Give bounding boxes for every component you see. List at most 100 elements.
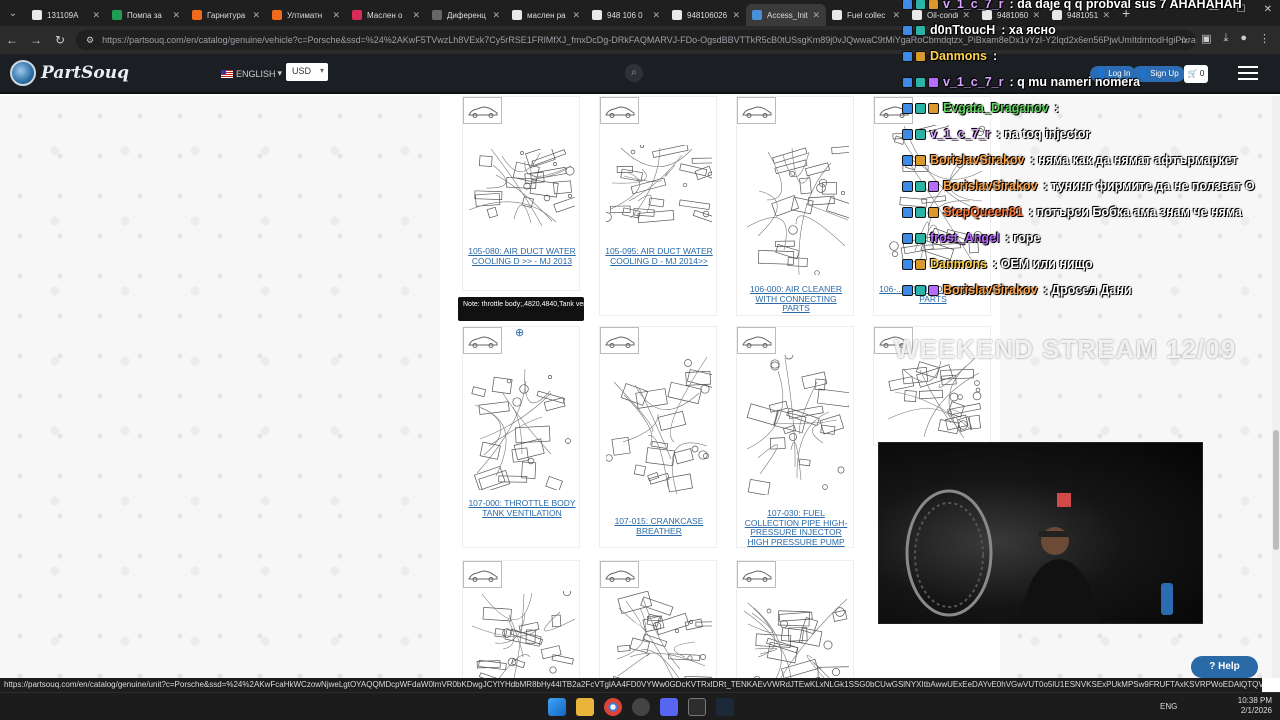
part-diagram-card[interactable] xyxy=(736,560,854,678)
badge-icon xyxy=(928,284,939,296)
obs-icon[interactable] xyxy=(632,698,650,716)
help-button[interactable]: ? Help xyxy=(1191,656,1258,678)
part-diagram-card[interactable] xyxy=(599,560,732,678)
chat-message: BorislavSirakov: няма как да нямат афтър… xyxy=(902,150,1238,170)
discord-icon[interactable] xyxy=(660,698,678,716)
back-icon[interactable]: ← xyxy=(0,33,24,47)
part-diagram-link[interactable]: 107-000: THROTTLE BODY TANK VENTILATION xyxy=(467,498,577,518)
chat-text: : q mu nameri nomera xyxy=(1009,75,1141,89)
part-diagram-image[interactable] xyxy=(469,587,576,678)
tab-close-icon[interactable]: ✕ xyxy=(812,10,820,21)
part-diagram-card[interactable]: 105-095: AIR DUCT WATER COOLING D - MJ 2… xyxy=(599,96,723,316)
car-thumbnail-icon[interactable] xyxy=(463,97,502,124)
language-selector[interactable]: ENGLISH ▾ xyxy=(221,68,282,79)
browser-tab[interactable]: Fuel collec ✕ xyxy=(826,4,906,26)
part-diagram-link[interactable]: 106-000: AIR CLEANER WITH CONNECTING PAR… xyxy=(741,284,851,314)
tab-close-icon[interactable]: ✕ xyxy=(732,10,740,21)
tab-search-icon[interactable]: ⌄ xyxy=(0,0,26,26)
chat-badges xyxy=(902,0,939,10)
tab-close-icon[interactable]: ✕ xyxy=(572,10,580,21)
tab-close-icon[interactable]: ✕ xyxy=(892,10,900,21)
system-clock[interactable]: 10:38 PM 2/1/2026 xyxy=(1238,696,1272,716)
part-diagram-image[interactable] xyxy=(743,350,852,496)
tab-close-icon[interactable]: ✕ xyxy=(652,10,660,21)
part-diagram-image[interactable] xyxy=(468,145,582,229)
car-thumbnail-icon[interactable] xyxy=(737,561,776,588)
status-bar-url: https://partsouq.com/en/catalog/genuine/… xyxy=(0,678,1262,692)
clock-date: 2/1/2026 xyxy=(1240,706,1272,715)
windows-start-icon[interactable] xyxy=(548,698,566,716)
browser-tab[interactable]: Access_Init ✕ xyxy=(746,4,826,26)
browser-tab[interactable]: Ултиматн ✕ xyxy=(266,4,346,26)
part-diagram-image[interactable] xyxy=(880,355,986,440)
zoom-in-icon[interactable]: ⊕ xyxy=(515,326,528,339)
chat-username: BorislavSirakov xyxy=(943,283,1038,297)
part-diagram-card[interactable]: 107-000: THROTTLE BODY TANK VENTILATION xyxy=(462,326,580,548)
chrome-icon[interactable] xyxy=(604,698,622,716)
tab-title: Диференц xyxy=(447,10,486,20)
part-diagram-link[interactable]: 107-015: CRANKCASE BREATHER xyxy=(604,516,714,536)
tab-close-icon[interactable]: ✕ xyxy=(412,10,420,21)
badge-icon xyxy=(902,76,913,88)
tab-close-icon[interactable]: ✕ xyxy=(92,10,100,21)
terminal-icon[interactable] xyxy=(688,698,706,716)
browser-tab[interactable]: маслен ра ✕ xyxy=(506,4,586,26)
car-thumbnail-icon[interactable] xyxy=(600,97,639,124)
badge-icon xyxy=(902,0,913,10)
part-diagram-image[interactable] xyxy=(743,125,863,276)
chat-text-body: потърси Бобка ама знам че няма xyxy=(1036,205,1242,219)
part-diagram-card[interactable]: 106-000: AIR CLEANER WITH CONNECTING PAR… xyxy=(736,96,863,316)
chat-message: d0nTtoucH: ха ясно xyxy=(902,20,1056,40)
part-diagram-card[interactable]: 107-030: FUEL COLLECTION PIPE HIGH-PRESS… xyxy=(736,326,854,548)
part-diagram-card[interactable] xyxy=(462,560,580,678)
browser-tab[interactable]: Маслен о ✕ xyxy=(346,4,426,26)
car-thumbnail-icon[interactable] xyxy=(463,327,502,354)
us-flag-icon xyxy=(221,69,233,78)
site-info-icon[interactable]: ⚙ xyxy=(86,35,94,46)
browser-tab[interactable]: Помпа за ✕ xyxy=(106,4,186,26)
part-diagram-image[interactable] xyxy=(606,590,732,678)
browser-tab[interactable]: 948106026 ✕ xyxy=(666,4,746,26)
car-thumbnail-icon[interactable] xyxy=(737,97,776,124)
tab-close-icon[interactable]: ✕ xyxy=(252,10,260,21)
steam-icon[interactable] xyxy=(716,698,734,716)
badge-icon xyxy=(915,284,926,296)
currency-select[interactable]: USD xyxy=(286,63,328,81)
chat-text: : тунинг фирмите да не ползват О xyxy=(1043,179,1255,193)
browser-tab[interactable]: Гарнитура ✕ xyxy=(186,4,266,26)
tab-title: 948 106 0 xyxy=(607,10,643,20)
scrollbar-thumb[interactable] xyxy=(1273,430,1279,550)
file-explorer-icon[interactable] xyxy=(576,698,594,716)
part-diagram-image[interactable] xyxy=(602,144,723,225)
chat-text-body: Дросел Дани xyxy=(1051,283,1132,297)
part-diagram-link[interactable]: 105-095: AIR DUCT WATER COOLING D - MJ 2… xyxy=(604,246,714,266)
tab-close-icon[interactable]: ✕ xyxy=(172,10,180,21)
part-diagram-image[interactable] xyxy=(605,355,723,505)
logo-badge-icon xyxy=(10,60,36,86)
part-diagram-image[interactable] xyxy=(743,591,851,678)
badge-icon xyxy=(902,154,913,166)
chevron-down-icon: ▾ xyxy=(277,68,283,78)
part-diagram-link[interactable]: 105-080: AIR DUCT WATER COOLING D >> - M… xyxy=(467,246,577,266)
reload-icon[interactable]: ↻ xyxy=(48,33,72,47)
part-diagram-link[interactable]: 107-030: FUEL COLLECTION PIPE HIGH-PRESS… xyxy=(741,508,851,547)
chat-username: Danmons xyxy=(930,49,987,63)
tab-close-icon[interactable]: ✕ xyxy=(492,10,500,21)
input-language[interactable]: ENG xyxy=(1160,702,1177,711)
partsouq-logo[interactable]: PartSouq xyxy=(10,60,129,86)
browser-tab[interactable]: 131109A ✕ xyxy=(26,4,106,26)
part-diagram-card[interactable]: 107-015: CRANKCASE BREATHER xyxy=(599,326,723,548)
tab-close-icon[interactable]: ✕ xyxy=(332,10,340,21)
car-thumbnail-icon[interactable] xyxy=(600,327,639,354)
car-thumbnail-icon[interactable] xyxy=(737,327,776,354)
tab-title: маслен ра xyxy=(527,10,566,20)
search-icon[interactable]: ⌕ xyxy=(625,64,643,82)
part-diagram-card[interactable]: 105-080: AIR DUCT WATER COOLING D >> - M… xyxy=(462,96,582,291)
car-thumbnail-icon[interactable] xyxy=(600,561,639,588)
car-thumbnail-icon[interactable] xyxy=(463,561,502,588)
forward-icon[interactable]: → xyxy=(24,33,48,47)
part-diagram-image[interactable] xyxy=(469,355,575,493)
browser-tab[interactable]: 948 106 0 ✕ xyxy=(586,4,666,26)
badge-icon xyxy=(915,102,926,114)
browser-tab[interactable]: Диференц ✕ xyxy=(426,4,506,26)
